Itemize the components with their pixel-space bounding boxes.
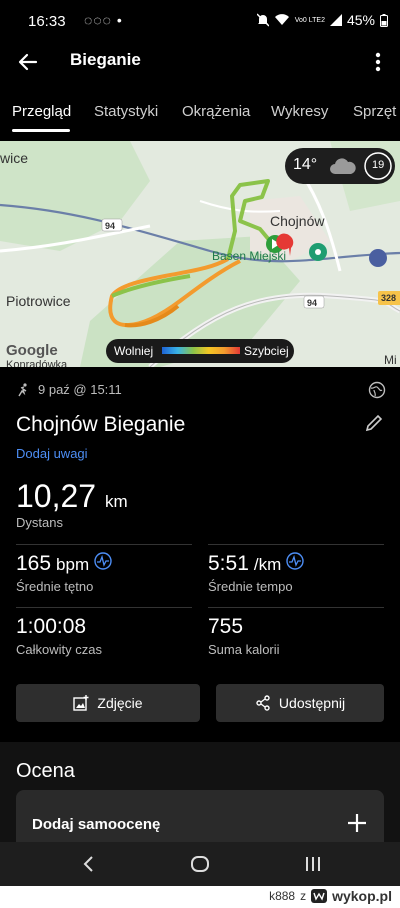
activity-date: 9 paź @ 15:11 — [38, 382, 122, 397]
road-badge-94: 94 — [307, 298, 318, 308]
plus-icon[interactable] — [346, 812, 368, 834]
total-time-label: Całkowity czas — [16, 642, 102, 657]
tab-wykresy[interactable]: Wykresy — [271, 103, 328, 120]
add-photo-button[interactable]: Zdjęcie — [16, 684, 200, 722]
divider — [208, 544, 384, 545]
nav-back-icon[interactable] — [82, 855, 96, 873]
watermark-site: wykop.pl — [332, 888, 392, 904]
legend-slow-label: Wolniej — [114, 344, 154, 358]
total-time-value: 1:00:08 — [16, 615, 87, 638]
wifi-icon — [274, 14, 289, 25]
more-options-icon[interactable] — [372, 50, 384, 74]
tab-przeglad[interactable]: Przegląd — [12, 103, 71, 120]
status-icons: Vo0 LTE2 45% — [256, 12, 388, 28]
pace-label: Średnie tempo — [208, 579, 293, 594]
distance-value: 10,27 — [16, 478, 97, 514]
running-icon — [18, 382, 27, 396]
share-icon — [256, 695, 270, 711]
system-nav-bar — [0, 842, 400, 886]
air-quality-value: 19 — [372, 159, 385, 171]
weather-temp: 14° — [293, 156, 318, 173]
share-label: Udostępnij — [278, 695, 346, 711]
divider — [16, 544, 192, 545]
notification-icons: ◌◌◌ • — [84, 12, 123, 28]
calories-label: Suma kalorii — [208, 642, 280, 657]
add-self-rating-label: Dodaj samoocenę — [32, 816, 161, 833]
edit-pencil-icon[interactable] — [364, 413, 384, 433]
activity-meta: 9 paź @ 15:11 — [16, 382, 122, 397]
mute-icon — [256, 13, 269, 27]
watermark: k888 z wykop.pl — [269, 888, 392, 904]
add-photo-label: Zdjęcie — [97, 695, 143, 711]
pace-unit: /km — [253, 555, 282, 574]
calories-value: 755 — [208, 615, 244, 638]
heart-rate-label: Średnie tętno — [16, 579, 94, 594]
pace-chart-icon[interactable] — [286, 552, 304, 570]
map-label-konradowka: Konradówka — [6, 359, 68, 367]
map-label-mi: Mi — [384, 353, 397, 367]
battery-icon — [380, 13, 388, 27]
activity-title: Chojnów Bieganie — [16, 413, 186, 436]
active-tab-indicator — [12, 129, 70, 132]
globe-icon[interactable] — [368, 381, 386, 399]
page-title: Bieganie — [70, 50, 141, 69]
rating-title: Ocena — [16, 760, 75, 782]
signal-icon — [329, 14, 342, 26]
divider — [16, 607, 192, 608]
heart-rate-chart-icon[interactable] — [94, 552, 112, 570]
share-button[interactable]: Udostępnij — [216, 684, 384, 722]
map-label-chojnow: Chojnów — [270, 213, 325, 229]
legend-fast-label: Szybciej — [244, 344, 289, 358]
heart-rate-value: 165 — [16, 552, 52, 575]
divider — [208, 607, 384, 608]
distance-unit: km — [104, 492, 128, 511]
tab-okrazenia[interactable]: Okrążenia — [182, 103, 250, 120]
pace-value: 5:51 — [208, 552, 249, 575]
watermark-user: k888 — [269, 889, 296, 903]
tab-sprzet[interactable]: Sprzęt — [353, 103, 396, 120]
back-arrow-icon[interactable] — [16, 50, 40, 74]
wykop-logo-icon — [311, 889, 328, 903]
status-time: 16:33 — [28, 13, 66, 30]
distance-value-row: 10,27 km — [16, 478, 128, 515]
speed-gradient-bar — [162, 347, 240, 354]
add-note-link[interactable]: Dodaj uwagi — [16, 446, 88, 461]
pace-row: 5:51 /km — [208, 552, 304, 576]
cloud-icon — [330, 158, 356, 174]
google-logo: Google — [6, 342, 58, 359]
tab-statystyki[interactable]: Statystyki — [94, 103, 158, 120]
weather-widget: 14° 19 — [285, 148, 395, 184]
nav-home-icon[interactable] — [190, 855, 210, 873]
heart-rate-row: 165 bpm — [16, 552, 112, 576]
map-label-piotrowice: Piotrowice — [6, 293, 71, 309]
road-badge-94: 94 — [105, 221, 116, 231]
nav-recents-icon[interactable] — [304, 855, 322, 873]
map-label-basen: Basen Miejski — [212, 249, 287, 263]
heart-rate-unit: bpm — [56, 555, 90, 574]
speed-legend: Wolniej Szybciej — [106, 339, 294, 363]
network-label: Vo0 LTE2 — [294, 16, 325, 24]
add-photo-icon — [73, 695, 89, 711]
watermark-sep: z — [300, 889, 307, 903]
map-label-wice: wice — [0, 150, 29, 166]
road-badge-328: 328 — [381, 293, 397, 303]
battery-percent: 45% — [346, 12, 375, 28]
distance-label: Dystans — [16, 515, 63, 530]
